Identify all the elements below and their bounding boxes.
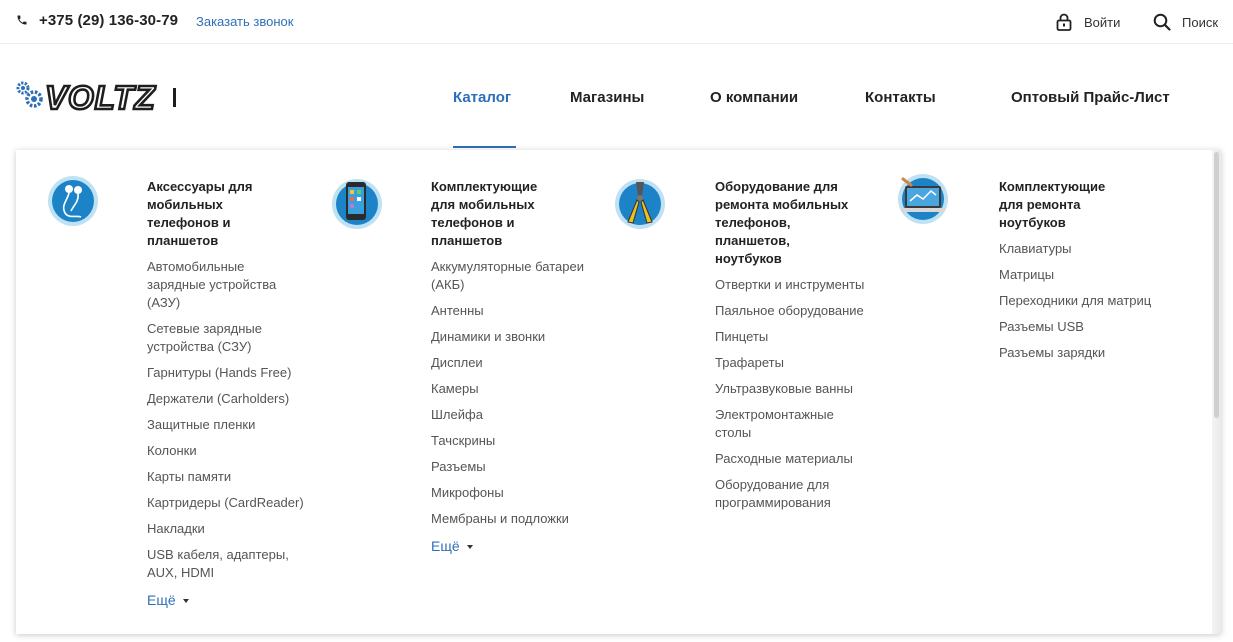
category-link[interactable]: Разъемы USB xyxy=(999,318,1174,336)
category-link[interactable]: Карты памяти xyxy=(147,468,322,486)
dropdown-scrollbar-thumb[interactable] xyxy=(1214,152,1219,418)
category-link[interactable]: Шлейфа xyxy=(431,406,606,424)
category-link[interactable]: Дисплеи xyxy=(431,354,606,372)
nav-stores[interactable]: Магазины xyxy=(570,89,644,106)
search-button[interactable]: Поиск xyxy=(1153,12,1218,32)
nav-contacts[interactable]: Контакты xyxy=(865,89,936,106)
show-more-button[interactable]: Ещё xyxy=(431,538,473,554)
laptop-icon[interactable] xyxy=(897,173,949,225)
nav-about[interactable]: О компании xyxy=(710,89,798,106)
category-link[interactable]: Отвертки и инструменты xyxy=(715,276,890,294)
smartphone-icon[interactable] xyxy=(331,178,383,230)
caret-down-icon xyxy=(182,599,189,603)
nav-wholesale-price[interactable]: Оптовый Прайс-Лист xyxy=(1011,89,1170,106)
phone-number[interactable]: +375 (29) 136-30-79 xyxy=(39,12,178,29)
show-more-label: Ещё xyxy=(147,592,176,608)
column-title[interactable]: Аксессуары для мобильных телефонов и пла… xyxy=(147,178,277,250)
login-button[interactable]: Войти xyxy=(1056,12,1120,32)
phone-icon xyxy=(17,15,27,25)
category-link[interactable]: Камеры xyxy=(431,380,606,398)
nav-catalog[interactable]: Каталог xyxy=(453,89,511,106)
category-list: Автомобильные зарядные устройства (АЗУ) … xyxy=(147,258,322,582)
catalog-column-laptop-parts: Комплектующие для ремонта ноутбуков Клав… xyxy=(999,178,1174,370)
category-link[interactable]: Разъемы зарядки xyxy=(999,344,1174,362)
top-bar: +375 (29) 136-30-79 Заказать звонок Войт… xyxy=(0,0,1233,44)
show-more-button[interactable]: Ещё xyxy=(147,592,189,608)
category-link[interactable]: Ультразвуковые ванны xyxy=(715,380,890,398)
category-link[interactable]: Антенны xyxy=(431,302,606,320)
caret-down-icon xyxy=(466,545,473,549)
catalog-column-accessories: Аксессуары для мобильных телефонов и пла… xyxy=(147,178,322,610)
category-list: Отвертки и инструменты Паяльное оборудов… xyxy=(715,276,890,512)
category-link[interactable]: Защитные пленки xyxy=(147,416,322,434)
category-link[interactable]: Тачскрины xyxy=(431,432,606,450)
category-link[interactable]: Накладки xyxy=(147,520,322,538)
catalog-column-repair-equipment: Оборудование для ремонта мобильных телеф… xyxy=(715,178,890,520)
voltz-logo[interactable]: VOLTZ xyxy=(16,80,178,114)
search-icon xyxy=(1153,13,1171,31)
category-link[interactable]: Гарнитуры (Hands Free) xyxy=(147,364,322,382)
category-list: Клавиатуры Матрицы Переходники для матри… xyxy=(999,240,1174,362)
category-link[interactable]: Колонки xyxy=(147,442,322,460)
category-link[interactable]: Разъемы xyxy=(431,458,606,476)
catalog-column-mobile-parts: Комплектующие для мобильных телефонов и … xyxy=(431,178,606,556)
category-link[interactable]: Аккумуляторные батареи (АКБ) xyxy=(431,258,601,294)
column-title[interactable]: Комплектующие для ремонта ноутбуков xyxy=(999,178,1124,232)
earphones-icon[interactable] xyxy=(47,175,99,227)
lock-icon xyxy=(1056,13,1072,31)
category-link[interactable]: Сетевые зарядные устройства (СЗУ) xyxy=(147,320,287,356)
category-link[interactable]: Автомобильные зарядные устройства (АЗУ) xyxy=(147,258,292,312)
category-link[interactable]: Паяльное оборудование xyxy=(715,302,890,320)
category-link[interactable]: Матрицы xyxy=(999,266,1174,284)
callback-link[interactable]: Заказать звонок xyxy=(196,14,293,29)
category-link[interactable]: Держатели (Carholders) xyxy=(147,390,322,408)
pliers-icon[interactable] xyxy=(614,178,666,230)
category-link[interactable]: Пинцеты xyxy=(715,328,890,346)
category-link[interactable]: Трафареты xyxy=(715,354,890,372)
show-more-label: Ещё xyxy=(431,538,460,554)
category-link[interactable]: Клавиатуры xyxy=(999,240,1174,258)
search-label: Поиск xyxy=(1182,14,1219,30)
category-link[interactable]: Электромонтажные столы xyxy=(715,406,855,442)
logo-wordmark: VOLTZ xyxy=(45,80,157,114)
column-title[interactable]: Оборудование для ремонта мобильных телеф… xyxy=(715,178,850,268)
category-link[interactable]: Динамики и звонки xyxy=(431,328,606,346)
category-link[interactable]: USB кабеля, адаптеры, AUX, HDMI xyxy=(147,546,302,582)
nav-active-indicator xyxy=(453,146,516,148)
category-link[interactable]: Картридеры (CardReader) xyxy=(147,494,322,512)
login-label: Войти xyxy=(1084,14,1121,30)
category-list: Аккумуляторные батареи (АКБ) Антенны Дин… xyxy=(431,258,606,528)
category-link[interactable]: Оборудование для программирования xyxy=(715,476,855,512)
category-link[interactable]: Расходные материалы xyxy=(715,450,890,468)
column-title[interactable]: Комплектующие для мобильных телефонов и … xyxy=(431,178,561,250)
category-link[interactable]: Мембраны и подложки xyxy=(431,510,606,528)
category-link[interactable]: Микрофоны xyxy=(431,484,606,502)
category-link[interactable]: Переходники для матриц xyxy=(999,292,1174,310)
gear-icon xyxy=(16,81,43,108)
